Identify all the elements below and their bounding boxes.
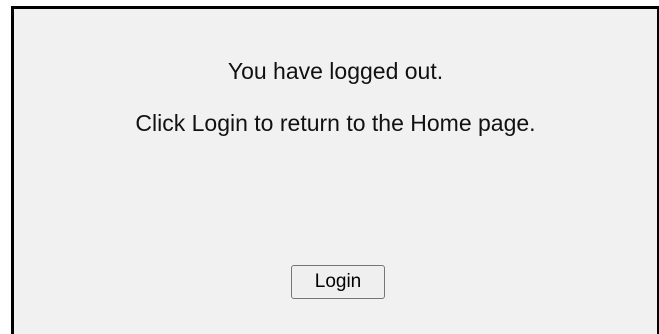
login-button[interactable]: Login <box>291 265 385 299</box>
logout-message: You have logged out. <box>227 58 444 84</box>
login-instruction-text: Click Login to return to the Home page. <box>135 110 536 136</box>
logout-panel: You have logged out. Click Login to retu… <box>11 6 659 334</box>
